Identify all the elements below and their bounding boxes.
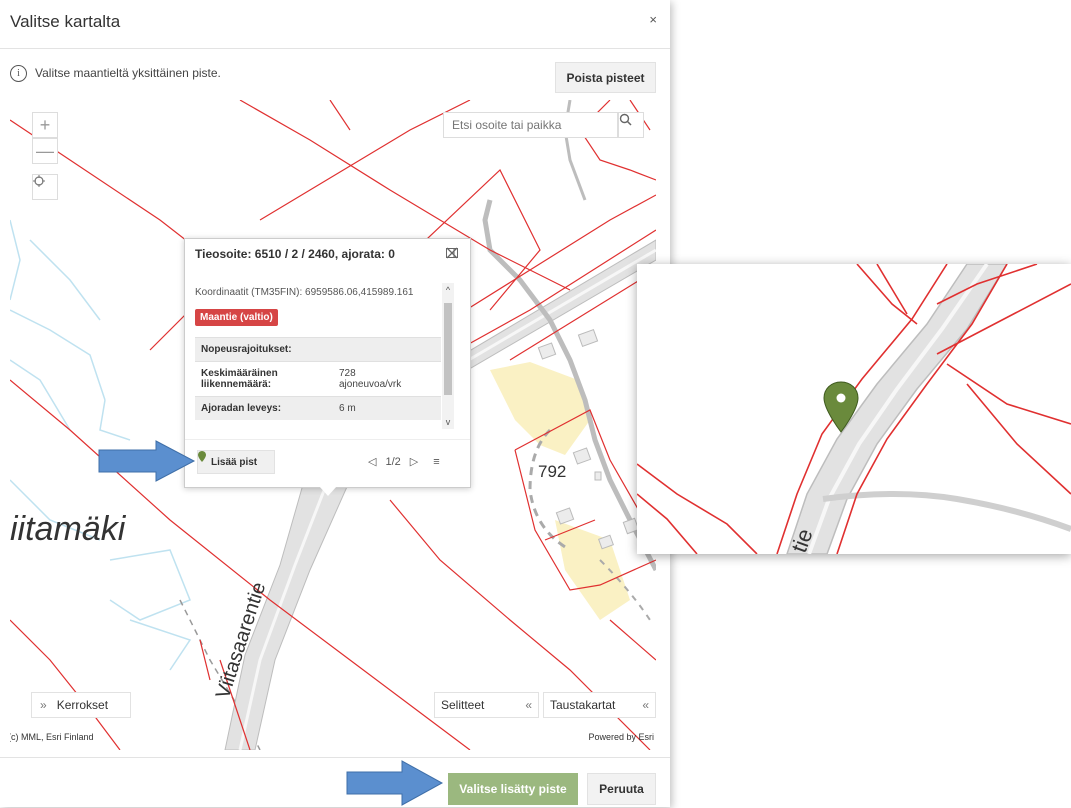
dialog-header: Valitse kartalta × — [0, 0, 670, 49]
layers-button[interactable]: » Kerrokset — [31, 692, 131, 718]
popup-title: Tieosoite: 6510 / 2 / 2460, ajorata: 0 — [195, 247, 395, 261]
map-view[interactable]: + — iitamäki Viitasaarentie 792 Tieosoit… — [10, 100, 656, 750]
info-row: i Valitse maantieltä yksittäinen piste. — [10, 63, 221, 83]
attribute-key: Ajoradan leveys: — [201, 403, 282, 414]
cancel-button[interactable]: Peruuta — [587, 773, 656, 805]
scroll-up-icon[interactable]: ^ — [442, 285, 454, 295]
double-chevron-right-icon: » — [40, 698, 47, 712]
popup-footer: Lisää pist ◁ 1/2 ▷ ≡ — [185, 439, 470, 488]
attribute-table: Nopeusrajoitukset: Keskimääräinen liiken… — [195, 337, 441, 429]
table-row: Ajoradan leveys: 6 m — [195, 396, 441, 420]
close-icon[interactable]: × — [649, 12, 657, 27]
info-circle-icon: i — [10, 64, 27, 82]
popup-scrollbar[interactable]: ^ v — [442, 283, 454, 429]
powered-by: Powered by Esri — [588, 732, 654, 742]
table-row: Keskimääräinen liikennemäärä: 728 ajoneu… — [195, 361, 441, 396]
basemaps-label: Taustakartat — [550, 698, 616, 712]
dialog-title: Valitse kartalta — [10, 12, 121, 31]
feature-popup: Tieosoite: 6510 / 2 / 2460, ajorata: 0 K… — [184, 238, 471, 496]
scroll-down-icon[interactable]: v — [442, 417, 454, 427]
callout-arrow-icon — [346, 760, 444, 806]
layers-label: Kerrokset — [56, 698, 109, 712]
dialog-footer: Valitse lisätty piste Peruuta — [0, 757, 670, 808]
add-point-label: Lisää pist — [211, 456, 258, 468]
attribute-key: Keskimääräinen liikennemäärä: — [201, 368, 278, 390]
yellow-area — [555, 520, 630, 620]
double-chevron-left-icon: « — [642, 698, 649, 712]
popup-coordinates: Koordinaatit (TM35FIN): 6959586.06,41598… — [195, 287, 414, 298]
popup-pointer — [319, 486, 337, 496]
road-type-badge: Maantie (valtio) — [195, 309, 278, 326]
menu-icon[interactable]: ≡ — [433, 456, 439, 468]
page-indicator: 1/2 — [385, 455, 401, 468]
attribute-value: 6 m — [339, 403, 356, 414]
previous-icon[interactable]: ◁ — [368, 455, 376, 468]
info-text: Valitse maantieltä yksittäinen piste. — [35, 66, 221, 80]
next-icon[interactable]: ▷ — [410, 455, 418, 468]
legend-button[interactable]: Selitteet « — [434, 692, 539, 718]
search-input[interactable] — [443, 112, 618, 138]
map-attribution: (c) MML, Esri Finland — [10, 732, 94, 742]
zoomed-inset-map: tie — [637, 264, 1071, 554]
house-number-label: 792 — [538, 462, 567, 481]
popup-pager: ◁ 1/2 ▷ ≡ — [368, 455, 440, 469]
attribute-value — [335, 338, 343, 361]
map-selection-dialog: Valitse kartalta × i Valitse maantieltä … — [0, 0, 670, 807]
zoom-out-button[interactable]: — — [32, 138, 58, 164]
table-row: Nopeusrajoitukset: — [195, 337, 441, 361]
add-point-button[interactable]: Lisää pist — [197, 450, 275, 474]
search-button[interactable] — [618, 112, 644, 138]
place-name-label: iitamäki — [10, 510, 126, 548]
confirm-point-button[interactable]: Valitse lisätty piste — [448, 773, 578, 805]
clear-points-button[interactable]: Poista pisteet — [555, 62, 656, 93]
zoom-in-button[interactable]: + — [32, 112, 58, 138]
attribute-key: Nopeusrajoitukset: — [201, 344, 292, 355]
inset-map-canvas: tie — [637, 264, 1071, 554]
scrollbar-thumb[interactable] — [444, 303, 452, 395]
callout-arrow-icon — [98, 440, 196, 482]
basemaps-button[interactable]: Taustakartat « — [543, 692, 656, 718]
locate-button[interactable] — [32, 174, 58, 200]
legend-label: Selitteet — [441, 698, 485, 712]
double-chevron-left-icon: « — [525, 698, 532, 712]
attribute-value: 728 ajoneuvoa/vrk — [339, 368, 402, 390]
